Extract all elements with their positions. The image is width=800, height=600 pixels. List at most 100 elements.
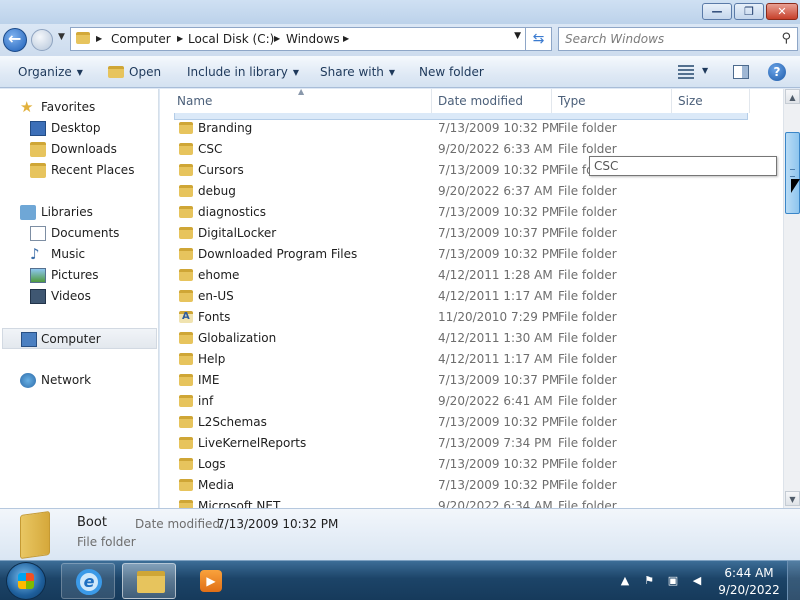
column-header-date[interactable]: Date modified	[433, 89, 552, 113]
action-center-flag-icon[interactable]: ⚑	[642, 574, 656, 588]
folder-icon	[179, 185, 193, 197]
table-row[interactable]: diagnostics 7/13/2009 10:32 PM File folder	[160, 202, 783, 223]
table-row[interactable]: Downloaded Program Files 7/13/2009 10:32 …	[160, 244, 783, 265]
show-hidden-icons-icon[interactable]: ▲	[618, 574, 632, 588]
nav-pictures[interactable]: Pictures	[30, 265, 150, 286]
table-row[interactable]: Microsoft.NET 9/20/2022 6:34 AM File folde…	[160, 496, 783, 508]
clock-date[interactable]: 9/20/2022	[717, 583, 781, 597]
folder-icon	[179, 395, 193, 407]
minimize-button[interactable]: —	[702, 3, 732, 20]
address-bar[interactable]: ▶ Computer ▶ Local Disk (C:) ▶ Windows ▶…	[70, 27, 526, 51]
file-name: Branding	[198, 121, 253, 135]
folder-open-icon	[108, 66, 124, 78]
taskbar-windows-explorer[interactable]	[122, 563, 176, 599]
column-label: Type	[558, 94, 586, 108]
forward-button[interactable]	[31, 29, 53, 51]
taskbar-internet-explorer[interactable]: e	[61, 563, 115, 599]
breadcrumb-separator-icon[interactable]: ▶	[177, 28, 183, 50]
network-status-icon[interactable]: ▣	[666, 574, 680, 588]
search-input[interactable]	[565, 31, 765, 47]
file-date: 7/13/2009 10:32 PM	[438, 415, 560, 429]
share-with-menu[interactable]: Share with ▼	[320, 56, 395, 88]
computer-icon	[21, 332, 37, 347]
table-row[interactable]: Branding 7/13/2009 10:32 PM File folder	[160, 118, 783, 139]
show-desktop-button[interactable]	[787, 561, 800, 600]
table-row[interactable]: Fonts 11/20/2010 7:29 PMFile folder	[160, 307, 783, 328]
taskbar-media-player[interactable]: ▶	[183, 563, 233, 599]
file-date: 7/13/2009 10:37 PM	[438, 226, 560, 240]
nav-network[interactable]: Network	[20, 370, 150, 391]
nav-videos[interactable]: Videos	[30, 286, 150, 307]
nav-libraries[interactable]: Libraries	[20, 202, 150, 223]
vertical-scrollbar[interactable]: ▲ ▼	[783, 89, 800, 508]
folder-icon	[179, 227, 193, 239]
scroll-down-arrow-icon[interactable]: ▼	[785, 491, 800, 506]
table-row[interactable]: Logs 7/13/2009 10:32 PM File folder	[160, 454, 783, 475]
nav-computer[interactable]: Computer	[2, 328, 157, 349]
table-row[interactable]: IME 7/13/2009 10:37 PM File folder	[160, 370, 783, 391]
address-dropdown-icon[interactable]: ▼	[514, 31, 521, 41]
recent-pages-dropdown[interactable]: ▼	[58, 32, 65, 42]
nav-music[interactable]: ♪ Music	[30, 244, 150, 265]
open-label: Open	[129, 65, 162, 79]
folder-icon	[179, 332, 193, 344]
breadcrumb-separator-icon[interactable]: ▶	[96, 28, 102, 50]
breadcrumb-separator-icon[interactable]: ▶	[343, 28, 349, 50]
folder-icon	[179, 269, 193, 281]
preview-pane-icon[interactable]	[733, 65, 749, 79]
table-row[interactable]: Media 7/13/2009 10:32 PM File folder	[160, 475, 783, 496]
table-row[interactable]: Help 4/12/2011 1:17 AM File folder	[160, 349, 783, 370]
table-row[interactable]: debug 9/20/2022 6:37 AM File folder	[160, 181, 783, 202]
scroll-thumb[interactable]	[785, 132, 800, 214]
taskbar: e ▶ ▲ ⚑ ▣ ◀ 6:44 AM 9/20/2022	[0, 560, 800, 600]
nav-downloads[interactable]: Downloads	[30, 139, 150, 160]
start-button[interactable]	[6, 562, 46, 600]
table-row[interactable]: Globalization 4/12/2011 1:30 AM File folde…	[160, 328, 783, 349]
table-row[interactable]: en-US 4/12/2011 1:17 AM File folder	[160, 286, 783, 307]
back-button[interactable]	[3, 28, 27, 52]
nav-label: Favorites	[41, 100, 96, 114]
column-header-size[interactable]: Size	[673, 89, 750, 113]
breadcrumb-computer[interactable]: Computer	[111, 28, 171, 50]
organize-menu[interactable]: Organize ▼	[18, 56, 83, 88]
file-type: File folder	[558, 352, 617, 366]
maximize-button[interactable]: ❐	[734, 3, 764, 20]
internet-explorer-icon: e	[76, 569, 102, 595]
change-view-icon[interactable]	[678, 65, 694, 79]
include-in-library-menu[interactable]: Include in library ▼	[187, 56, 299, 88]
file-type: File folder	[558, 184, 617, 198]
view-options-dropdown[interactable]: ▼	[702, 66, 708, 75]
file-date: 4/12/2011 1:17 AM	[438, 352, 553, 366]
search-icon[interactable]: ⚲	[781, 31, 791, 46]
close-button[interactable]: ✕	[766, 3, 798, 20]
table-row[interactable]: inf 9/20/2022 6:41 AM File folder	[160, 391, 783, 412]
file-name: Cursors	[198, 163, 244, 177]
pictures-icon	[30, 268, 46, 283]
nav-recent-places[interactable]: Recent Places	[30, 160, 150, 181]
scroll-up-arrow-icon[interactable]: ▲	[785, 89, 800, 104]
maximize-icon: ❐	[744, 5, 754, 18]
table-row[interactable]: L2Schemas 7/13/2009 10:32 PM File folder	[160, 412, 783, 433]
nav-desktop[interactable]: Desktop	[30, 118, 150, 139]
table-row[interactable]: DigitalLocker 7/13/2009 10:37 PM File fold…	[160, 223, 783, 244]
details-type: File folder	[77, 535, 136, 549]
search-box[interactable]: ⚲	[558, 27, 798, 51]
breadcrumb-separator-icon[interactable]: ▶	[274, 28, 280, 50]
file-type: File folder	[558, 268, 617, 282]
table-row[interactable]: LiveKernelReports 7/13/2009 7:34 PM File f…	[160, 433, 783, 454]
clock-time[interactable]: 6:44 AM	[722, 566, 776, 580]
nav-label: Recent Places	[51, 163, 135, 177]
volume-muted-icon[interactable]: ◀	[690, 574, 704, 588]
column-header-name[interactable]: Name ▲	[160, 89, 432, 113]
help-icon[interactable]: ?	[768, 63, 786, 81]
column-header-type[interactable]: Type	[553, 89, 672, 113]
nav-documents[interactable]: Documents	[30, 223, 150, 244]
nav-favorites[interactable]: ★ Favorites	[20, 97, 150, 118]
open-button[interactable]: Open	[108, 56, 161, 88]
table-row[interactable]: ehome 4/12/2011 1:28 AM File folder	[160, 265, 783, 286]
refresh-button[interactable]: ⇆	[526, 27, 552, 51]
new-folder-button[interactable]: New folder	[419, 56, 484, 88]
breadcrumb-windows[interactable]: Windows	[286, 28, 340, 50]
file-date: 7/13/2009 10:32 PM	[438, 247, 560, 261]
breadcrumb-local-disk[interactable]: Local Disk (C:)	[188, 28, 274, 50]
